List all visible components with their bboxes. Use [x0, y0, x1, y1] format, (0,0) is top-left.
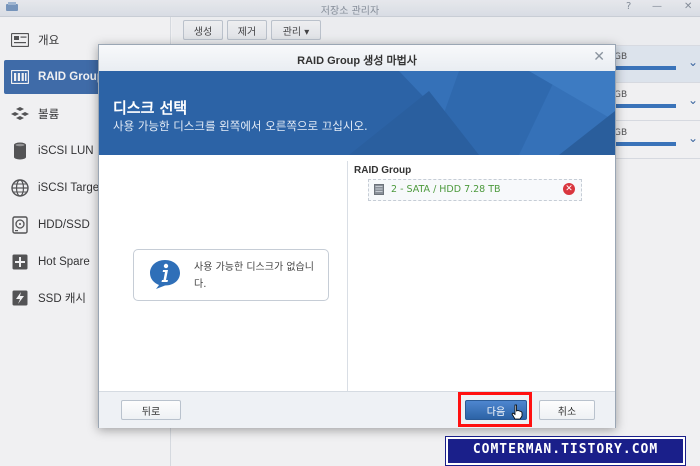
hand-cursor-icon [511, 404, 523, 420]
dialog-header-banner: 디스크 선택 사용 가능한 디스크를 왼쪽에서 오른쪽으로 끄십시오. [99, 71, 615, 155]
info-icon [150, 260, 180, 289]
close-icon[interactable]: ✕ [593, 49, 605, 65]
dialog-footer: 뒤로 다음 취소 [99, 391, 615, 428]
header-title: 디스크 선택 [113, 99, 188, 117]
hdd-icon [374, 184, 384, 195]
back-button[interactable]: 뒤로 [121, 400, 181, 420]
raid-group-wizard-dialog: RAID Group 생성 마법사 ✕ 디스크 선택 사용 가능한 디스크를 왼… [98, 44, 616, 428]
dialog-title: RAID Group 생성 마법사 [297, 55, 417, 67]
available-disks-pane: 사용 가능한 디스크가 없습니다. [99, 155, 347, 391]
disk-label: 2 - SATA / HDD 7.28 TB [391, 184, 501, 195]
selected-disk-item[interactable]: 2 - SATA / HDD 7.28 TB ✕ [368, 179, 582, 201]
remove-disk-icon[interactable]: ✕ [563, 183, 575, 195]
watermark: COMTERMAN.TISTORY.COM [445, 436, 686, 466]
header-subtitle: 사용 가능한 디스크를 왼쪽에서 오른쪽으로 끄십시오. [113, 119, 368, 133]
empty-disks-message: 사용 가능한 디스크가 없습니다. [133, 249, 329, 301]
dialog-titlebar: RAID Group 생성 마법사 ✕ [99, 45, 615, 72]
cancel-button[interactable]: 취소 [539, 400, 595, 420]
raid-group-disks-pane: RAID Group 2 - SATA / HDD 7.28 TB ✕ [348, 155, 615, 391]
raid-group-pane-title: RAID Group [354, 165, 412, 176]
empty-message-text: 사용 가능한 디스크가 없습니다. [194, 262, 314, 290]
